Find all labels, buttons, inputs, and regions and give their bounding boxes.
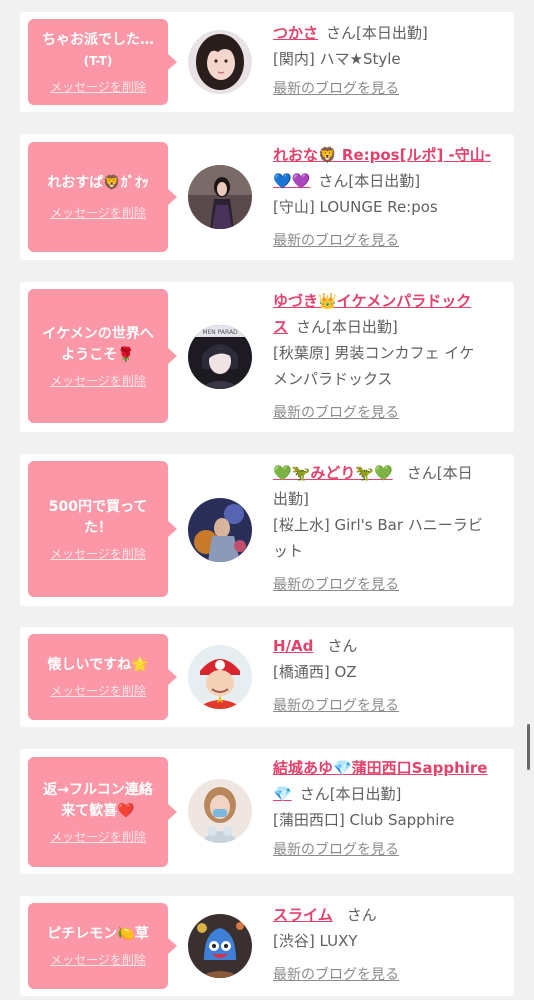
avatar[interactable]: [188, 498, 252, 562]
message-card: ピチレモン🍋草 メッセージを削除 スライム さん [渋谷] LUXY 最新のブログ…: [20, 896, 514, 996]
message-text: 返→フルコン連絡 来て歓喜❤️: [43, 781, 153, 819]
shop-info: [関内] ハマ★Style: [273, 50, 401, 68]
cast-info: H/Ad さん [橋通西] OZ 最新のブログを見る: [273, 633, 503, 719]
message-text: れおすぱ🦁ｶﾞｵｯ: [47, 175, 149, 191]
message-bubble: れおすぱ🦁ｶﾞｵｯ メッセージを削除: [28, 142, 177, 252]
message-bubble: ピチレモン🍋草 メッセージを削除: [28, 903, 177, 989]
cast-name-link[interactable]: H/Ad: [273, 637, 313, 655]
shop-info: [蒲田西口] Club Sapphire: [273, 811, 455, 829]
shop-info: [桜上水] Girl's Bar ハニーラビ: [273, 516, 483, 534]
san-label: さん: [299, 785, 330, 803]
cast-name-link[interactable]: ゆづき👑イケメンパラドック: [273, 292, 471, 310]
message-card: イケメンの世界へ ようこそ🌹 メッセージを削除 MEN PARAD ゆづき👑イケメ…: [20, 282, 514, 432]
message-card: 返→フルコン連絡 来て歓喜❤️ メッセージを削除 結城あゆ💎蒲田西口Sapphir…: [20, 749, 514, 874]
svg-text:MEN PARAD: MEN PARAD: [202, 329, 238, 336]
cast-name-link[interactable]: 💎: [273, 785, 292, 803]
delete-message-link[interactable]: メッセージを削除: [50, 682, 146, 699]
status-label-cont: 出勤]: [273, 490, 309, 508]
san-label: さん: [406, 464, 437, 482]
shop-info-cont: ット: [273, 542, 304, 560]
san-label: さん: [327, 637, 358, 655]
latest-blog-link[interactable]: 最新のブログを見る: [273, 76, 399, 102]
delete-message-link[interactable]: メッセージを削除: [50, 372, 146, 389]
status-label: [本日: [436, 464, 473, 482]
avatar[interactable]: MEN PARAD: [188, 325, 252, 389]
scrollbar[interactable]: [527, 724, 530, 770]
delete-message-link[interactable]: メッセージを削除: [50, 78, 146, 95]
message-card: れおすぱ🦁ｶﾞｵｯ メッセージを削除 れおな🦁 Re:pos[ルポ] -守山- …: [20, 134, 514, 260]
message-bubble: 500円で買って た！ メッセージを削除: [28, 461, 177, 597]
delete-message-link[interactable]: メッセージを削除: [50, 545, 146, 562]
delete-message-link[interactable]: メッセージを削除: [50, 828, 146, 845]
san-label: さん: [346, 906, 377, 924]
shop-info: [守山] LOUNGE Re:pos: [273, 198, 438, 216]
cast-name-link[interactable]: 💙💜: [273, 172, 310, 190]
cast-name-link[interactable]: 結城あゆ💎蒲田西口Sapphire: [273, 759, 487, 777]
latest-blog-link[interactable]: 最新のブログを見る: [273, 400, 399, 426]
status-label: [本日出勤]: [348, 172, 421, 190]
shop-info: [秋葉原] 男装コンカフェ イケ: [273, 344, 475, 362]
san-label: さん: [318, 172, 349, 190]
delete-message-link[interactable]: メッセージを削除: [50, 204, 146, 221]
latest-blog-link[interactable]: 最新のブログを見る: [273, 228, 399, 254]
message-bubble: ちゃお派でした… (T-T) メッセージを削除: [28, 19, 177, 105]
cast-name-link[interactable]: スライム: [273, 906, 333, 924]
avatar[interactable]: [188, 779, 252, 843]
message-card: 懐しいですね🌟 メッセージを削除 H/Ad さん [橋通西] OZ 最新のブログを…: [20, 627, 514, 727]
cast-name-link[interactable]: 💚🦖みどり🦖💚: [273, 464, 393, 482]
status-label: [本日出勤]: [329, 785, 402, 803]
shop-info: [渋谷] LUXY: [273, 932, 358, 950]
cast-info: 結城あゆ💎蒲田西口Sapphire 💎 さん[本日出勤] [蒲田西口] Club …: [273, 755, 503, 863]
message-bubble: 懐しいですね🌟 メッセージを削除: [28, 634, 177, 720]
cast-name-link[interactable]: れおな🦁 Re:pos[ルポ] -守山-: [273, 146, 491, 164]
message-card: ちゃお派でした… (T-T) メッセージを削除 つかさ さん[本日出勤] [関内] …: [20, 12, 514, 112]
message-text: ピチレモン🍋草: [47, 926, 149, 942]
cast-info: つかさ さん[本日出勤] [関内] ハマ★Style 最新のブログを見る: [273, 20, 503, 102]
status-label: [本日出勤]: [356, 24, 428, 42]
latest-blog-link[interactable]: 最新のブログを見る: [273, 837, 399, 863]
message-text: 500円で買って た！: [48, 498, 148, 536]
avatar[interactable]: [188, 645, 252, 709]
san-label: さん: [326, 24, 357, 42]
message-bubble: 返→フルコン連絡 来て歓喜❤️ メッセージを削除: [28, 757, 177, 867]
cast-info: ゆづき👑イケメンパラドック スさん[本日出勤] [秋葉原] 男装コンカフェ イケ…: [273, 288, 503, 426]
message-text: 懐しいですね🌟: [47, 657, 149, 673]
cast-info: れおな🦁 Re:pos[ルポ] -守山- 💙💜 さん[本日出勤] [守山] LOU…: [273, 142, 503, 254]
san-label: さん: [296, 318, 327, 336]
latest-blog-link[interactable]: 最新のブログを見る: [273, 572, 399, 598]
latest-blog-link[interactable]: 最新のブログを見る: [273, 962, 399, 988]
avatar[interactable]: [188, 165, 252, 229]
cast-name-link[interactable]: つかさ: [273, 24, 318, 42]
latest-blog-link[interactable]: 最新のブログを見る: [273, 693, 399, 719]
status-label: [本日出勤]: [326, 318, 398, 336]
message-text: イケメンの世界へ ようこそ🌹: [42, 325, 154, 363]
shop-info: [橋通西] OZ: [273, 663, 357, 681]
delete-message-link[interactable]: メッセージを削除: [50, 951, 146, 968]
cast-info: 💚🦖みどり🦖💚 さん[本日 出勤] [桜上水] Girl's Bar ハニーラビ …: [273, 460, 503, 598]
message-bubble: イケメンの世界へ ようこそ🌹 メッセージを削除: [28, 289, 177, 423]
message-card: 500円で買って た！ メッセージを削除 💚🦖みどり🦖💚 さん[本日 出勤] [桜上…: [20, 454, 514, 606]
avatar[interactable]: [188, 914, 252, 978]
avatar[interactable]: [188, 30, 252, 94]
shop-info-cont: メンパラドックス: [273, 370, 393, 388]
cast-info: スライム さん [渋谷] LUXY 最新のブログを見る: [273, 902, 503, 988]
cast-name-link[interactable]: ス: [273, 318, 288, 336]
message-text: ちゃお派でした… (T-T): [42, 31, 154, 68]
